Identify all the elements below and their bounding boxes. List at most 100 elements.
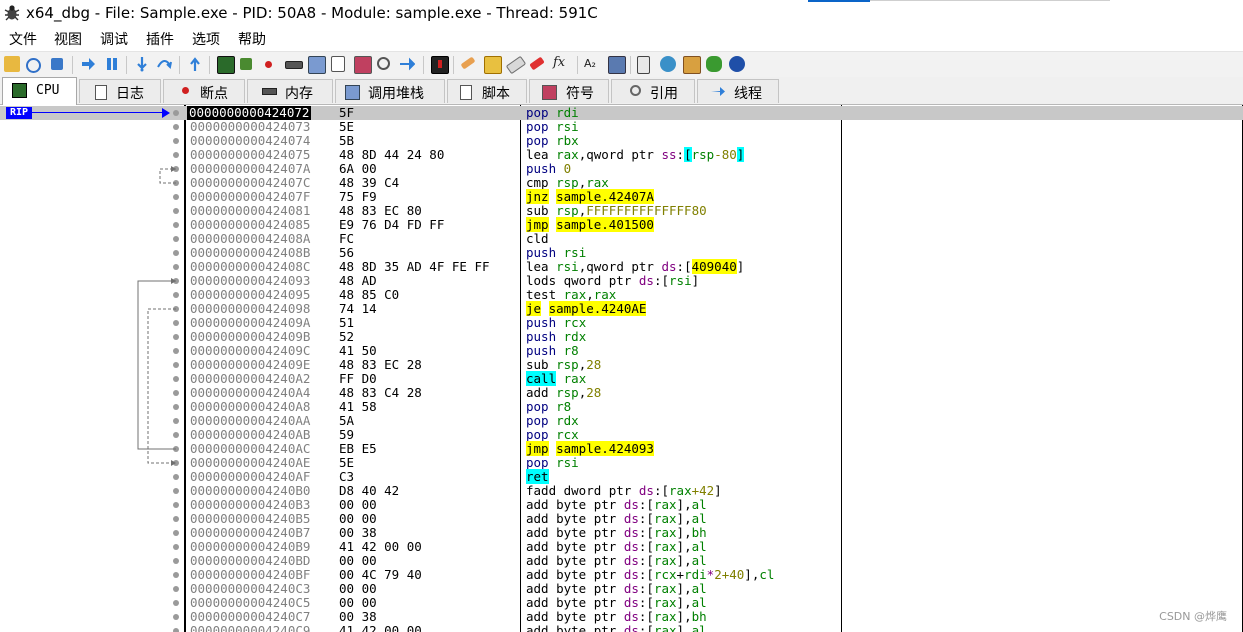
disassembly-row[interactable]: 000000000042407A 6A 00 push 0	[0, 162, 1243, 176]
tab-cpu[interactable]: CPU	[2, 77, 77, 105]
disassembly-row[interactable]: 0000000000424073 5E pop rsi	[0, 120, 1243, 134]
disassembly-row[interactable]: 00000000004240AC EB E5 jmp sample.424093	[0, 441, 1243, 456]
tab-memory[interactable]: 内存	[247, 79, 333, 103]
disassembly-row[interactable]: 00000000004240C7 00 38 add byte ptr ds:[ra…	[0, 610, 1243, 624]
instruction-token: rsi	[556, 455, 579, 470]
formula-icon[interactable]: fx	[553, 55, 565, 70]
disassembly-row[interactable]: 00000000004240AB 59 pop rcx	[0, 428, 1243, 442]
tab-log[interactable]: 日志	[79, 79, 161, 103]
step-over-icon[interactable]	[156, 56, 172, 72]
tab-references[interactable]: 引用	[611, 79, 695, 103]
menu-file[interactable]: 文件	[9, 29, 37, 49]
disassembly-row[interactable]: 00000000004240B3 00 00 add byte ptr ds:[ra…	[0, 498, 1243, 512]
stop-icon[interactable]	[51, 58, 63, 70]
disassembly-row[interactable]: 00000000004240A2 FF D0 call rax	[0, 371, 1243, 386]
instruction-token: rsp	[556, 203, 579, 218]
disassembly-row[interactable]: 000000000042408B 56 push rsi	[0, 246, 1243, 260]
disassembly-row[interactable]: 00000000004240B9 41 42 00 00 add byte ptr …	[0, 540, 1243, 554]
menu-plugins[interactable]: 插件	[146, 29, 174, 49]
font-icon[interactable]: A₂	[584, 57, 596, 70]
info-icon[interactable]	[729, 56, 745, 72]
disassembly-row[interactable]: 0000000000424074 5B pop rbx	[0, 134, 1243, 148]
function-icon[interactable]	[529, 56, 545, 71]
globe-icon[interactable]	[660, 56, 676, 72]
instruction-token	[549, 119, 557, 134]
disassembly-row[interactable]: 00000000004240B5 00 00 add byte ptr ds:[ra…	[0, 512, 1243, 526]
breakpoint-icon[interactable]	[265, 61, 272, 68]
disassembly-row[interactable]: 000000000042408A FC cld	[0, 232, 1243, 246]
bug-icon[interactable]	[706, 56, 722, 72]
disassembly-row[interactable]: 0000000000424075 48 8D 44 24 80 lea rax,qw…	[0, 147, 1243, 162]
execute-till-return-icon[interactable]	[187, 56, 203, 72]
toolbar-separator	[423, 56, 424, 74]
script-icon[interactable]	[331, 56, 345, 72]
disassembly-row[interactable]: 0000000000424081 48 83 EC 80 sub rsp,FFFFF…	[0, 204, 1243, 218]
label-icon[interactable]	[484, 56, 502, 74]
disassembly-view[interactable]: 0000000000424072 5F pop rdi 000000000042407…	[0, 105, 1243, 632]
disassembly-row[interactable]: 00000000004240C5 00 00 add byte ptr ds:[ra…	[0, 596, 1243, 610]
disassembly-row[interactable]: 0000000000424072 5F pop rdi	[0, 106, 1243, 120]
menu-options[interactable]: 选项	[192, 29, 220, 49]
disassembly-row[interactable]: 00000000004240AF C3 ret	[0, 469, 1243, 484]
disassembly-row[interactable]: 0000000000424085 E9 76 D4 FD FF jmp sample…	[0, 217, 1243, 232]
disassembly-row[interactable]: 00000000004240C3 00 00 add byte ptr ds:[ra…	[0, 582, 1243, 596]
open-icon[interactable]	[4, 56, 20, 72]
tab-threads[interactable]: 线程	[697, 79, 779, 103]
step-into-icon[interactable]	[134, 56, 150, 72]
image-icon[interactable]	[683, 56, 701, 74]
disassembly-row[interactable]: 00000000004240B7 00 38 add byte ptr ds:[ra…	[0, 526, 1243, 540]
bytes-cell: 52	[339, 329, 355, 344]
menu-view[interactable]: 视图	[54, 29, 82, 49]
disassembly-row[interactable]: 00000000004240AA 5A pop rdx	[0, 414, 1243, 428]
run-icon[interactable]	[80, 56, 96, 72]
disassembly-row[interactable]: 000000000042409C 41 50 push r8	[0, 344, 1243, 358]
restart-icon[interactable]	[26, 58, 41, 73]
disassembly-row[interactable]: 0000000000424095 48 85 C0 test rax,rax	[0, 288, 1243, 302]
disassembly-row[interactable]: 00000000004240AE 5E pop rsi	[0, 456, 1243, 470]
callstack-icon	[345, 85, 360, 100]
instruction-token: al	[691, 581, 707, 596]
menu-help[interactable]: 帮助	[238, 29, 266, 49]
disassembly-row[interactable]: 00000000004240BD 00 00 add byte ptr ds:[ra…	[0, 554, 1243, 568]
instruction-token: rcx	[653, 567, 677, 582]
bookmark-icon[interactable]	[505, 55, 527, 75]
tab-symbols[interactable]: 符号	[529, 79, 609, 103]
patch-icon[interactable]	[240, 58, 252, 70]
disassembly-row[interactable]: 00000000004240BF 00 4C 79 40 add byte ptr …	[0, 568, 1243, 582]
disassembly-row[interactable]: 000000000042409A 51 push rcx	[0, 316, 1243, 330]
disassembly-row[interactable]: 00000000004240C9 41 42 00 00 add byte ptr …	[0, 624, 1243, 632]
tab-callstack[interactable]: 调用堆栈	[335, 79, 445, 103]
threads-icon[interactable]	[431, 56, 449, 74]
disassembly-row[interactable]: 000000000042408C 48 8D 35 AD 4F FE FF lea …	[0, 259, 1243, 274]
symbol-icon[interactable]	[354, 56, 372, 74]
disassembly-row[interactable]: 00000000004240B0 D8 40 42 fadd dword ptr d…	[0, 484, 1243, 498]
bytes-cell: 75 F9	[339, 189, 377, 204]
disassembly-row[interactable]: 000000000042407C 48 39 C4 cmp rsp,rax	[0, 176, 1243, 190]
pause-icon[interactable]	[104, 56, 120, 72]
calculator-icon[interactable]	[637, 56, 650, 74]
instruction-cell: pop r8	[526, 400, 571, 414]
instruction-token: ,	[586, 287, 594, 302]
tab-breakpoints[interactable]: 断点	[163, 79, 245, 103]
disassembly-row[interactable]: 000000000042409E 48 83 EC 28 sub rsp,28	[0, 358, 1243, 372]
window-title: x64_dbg - File: Sample.exe - PID: 50A8 -…	[26, 4, 598, 22]
disassembly-row[interactable]: 0000000000424093 48 AD lods qword ptr ds:[…	[0, 274, 1243, 288]
disassembly-row[interactable]: 0000000000424098 74 14 je sample.4240AE	[0, 301, 1243, 316]
settings-icon[interactable]	[608, 56, 626, 74]
tab-script[interactable]: 脚本	[447, 79, 527, 103]
instruction-cell: lea rax,qword ptr ss:[rsp-80]	[526, 147, 745, 162]
disassembly-row[interactable]: 000000000042407F 75 F9 jnz sample.42407A	[0, 189, 1243, 204]
disassembly-row[interactable]: 00000000004240A4 48 83 C4 28 add rsp,28	[0, 386, 1243, 400]
memory-icon[interactable]	[285, 61, 303, 69]
menu-debug[interactable]: 调试	[100, 29, 128, 49]
disassembly-row[interactable]: 00000000004240A8 41 58 pop r8	[0, 400, 1243, 414]
comment-icon[interactable]	[460, 56, 476, 70]
cpu-icon[interactable]	[217, 56, 235, 74]
address-cell: 00000000004240B3	[190, 497, 311, 512]
instruction-token: :[	[638, 567, 654, 582]
stack-icon[interactable]	[308, 56, 326, 74]
find-icon[interactable]	[377, 57, 390, 70]
disassembly-row[interactable]: 000000000042409B 52 push rdx	[0, 330, 1243, 344]
trace-icon[interactable]	[399, 56, 415, 72]
instruction-token: ],	[676, 553, 692, 568]
